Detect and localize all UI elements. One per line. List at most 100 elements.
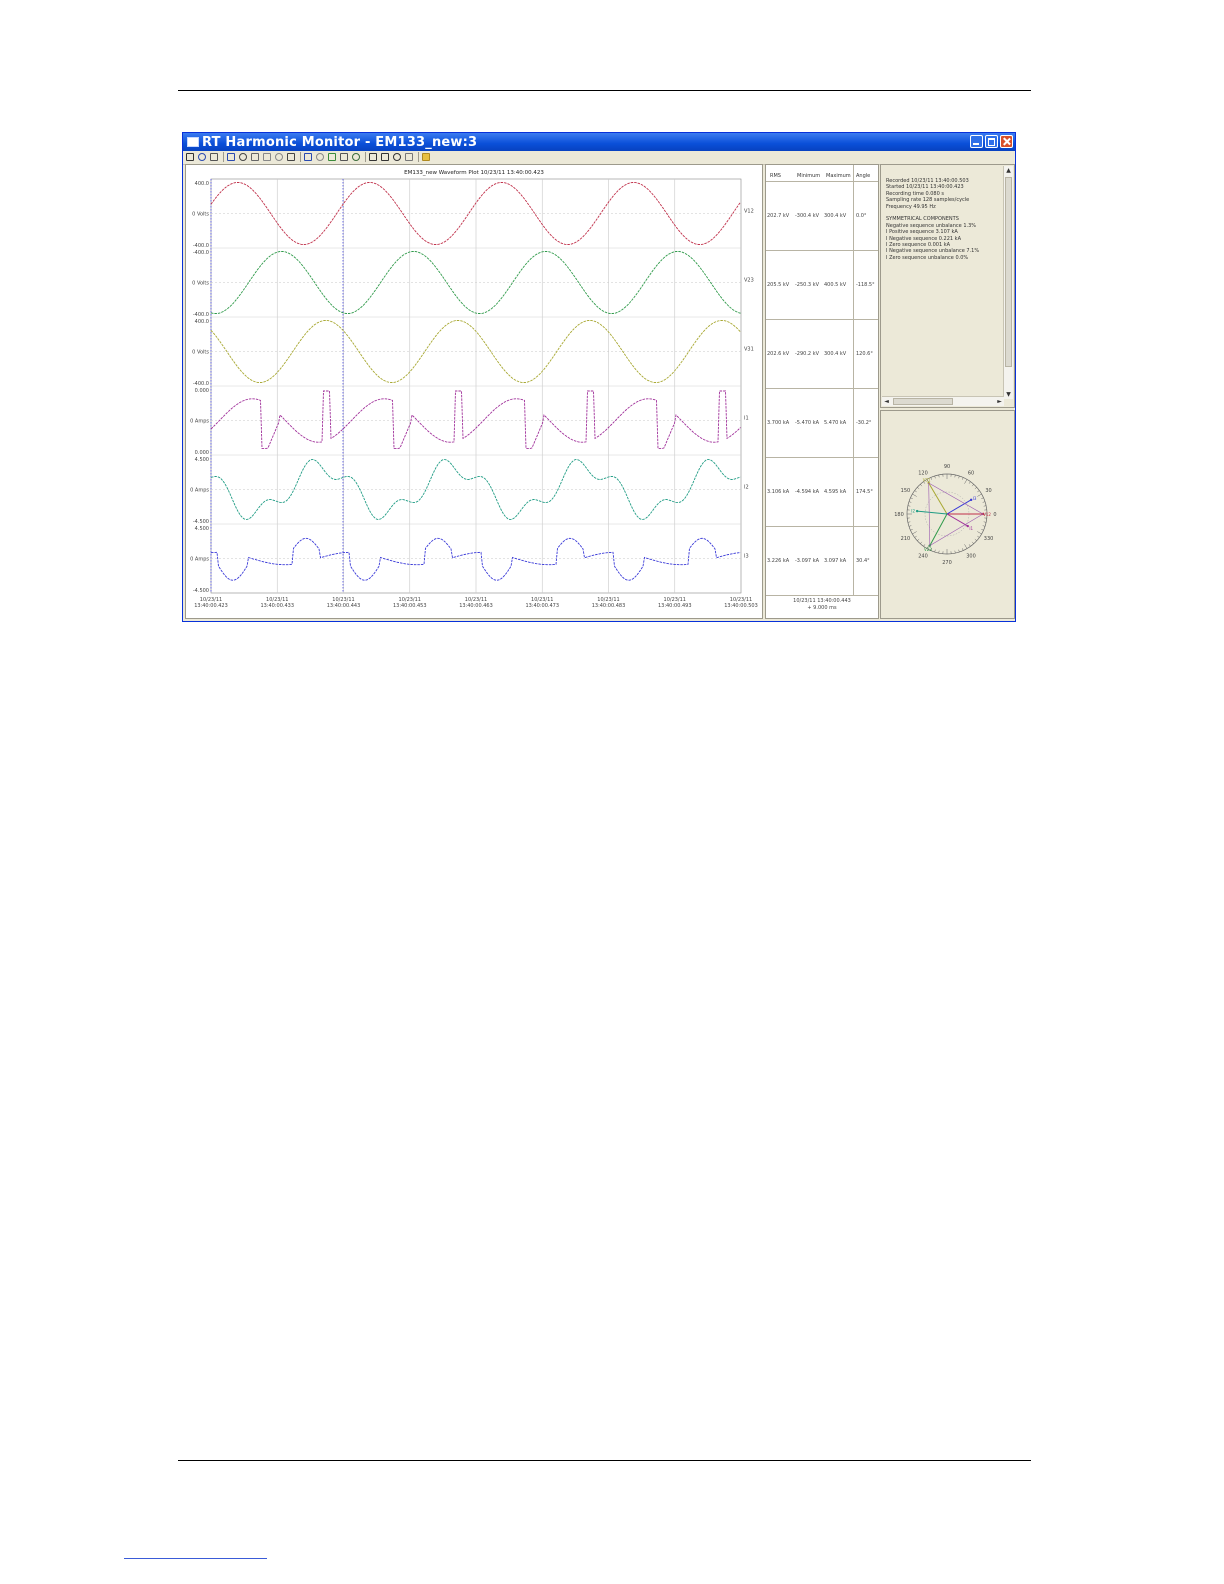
cursor-time-readout: + 9.000 ms	[807, 605, 837, 611]
expand-horizontal-icon[interactable]	[352, 153, 360, 161]
marker-icon[interactable]	[239, 153, 247, 161]
phasor-triangle-edge	[928, 483, 931, 546]
zoom-in-icon[interactable]	[304, 153, 312, 161]
print-icon[interactable]	[263, 153, 271, 161]
phasor-tick	[917, 487, 920, 490]
axis-min-label: -400.0	[193, 312, 209, 318]
settings-icon[interactable]	[405, 153, 413, 161]
phasor-tick	[971, 484, 974, 487]
channel-label: I3	[744, 554, 749, 560]
phasor-angle-label: 150	[901, 488, 911, 494]
axis-unit-label: 0 Amps	[190, 488, 209, 494]
phasor-tick	[958, 549, 960, 553]
table-header-minimum: Minimum	[797, 173, 821, 179]
cursor-icon[interactable]	[227, 153, 235, 161]
phasor-tick	[938, 550, 940, 554]
zoom-out-icon[interactable]	[316, 153, 324, 161]
x-tick-time: 13:40:00.473	[525, 603, 559, 609]
info-horizontal-scrollbar[interactable]: ◄ ►	[882, 396, 1004, 406]
table-cell: 300.4 kV	[824, 351, 847, 357]
axis-min-label: 0.000	[195, 450, 209, 456]
x-tick-time: 13:40:00.423	[194, 603, 228, 609]
phasor-triangle-edge	[929, 513, 984, 546]
first-icon[interactable]	[369, 153, 377, 161]
phasor-tick	[977, 531, 982, 535]
axis-unit-label: 0 Amps	[190, 557, 209, 563]
x-tick-time: 13:40:00.463	[459, 603, 493, 609]
axis-max-label: 4.500	[195, 457, 209, 463]
x-tick-time: 13:40:00.483	[592, 603, 626, 609]
phasor-angle-label: 120	[918, 470, 928, 476]
next-icon[interactable]	[393, 153, 401, 161]
phasor-vector-label: V23	[924, 547, 932, 552]
info-vertical-scrollbar[interactable]: ▲ ▼	[1003, 166, 1013, 399]
title-bar[interactable]: RT Harmonic Monitor - EM133_new:3	[183, 133, 1015, 151]
chart-icon[interactable]	[198, 153, 206, 161]
prev-icon[interactable]	[381, 153, 389, 161]
table-cell: 174.5°	[856, 489, 873, 495]
phasor-tick	[964, 544, 968, 549]
waveform-plot[interactable]: EM133_new Waveform Plot 10/23/11 13:40:0…	[185, 164, 763, 619]
shrink-vertical-icon[interactable]	[340, 153, 348, 161]
phasor-tick	[958, 475, 960, 479]
phasor-tick	[914, 535, 917, 538]
table-row: 3.700 kA -5.470 kA 5.470 kA -30.2°	[766, 388, 878, 457]
help-icon[interactable]	[422, 153, 430, 161]
axis-min-label: -400.0	[193, 243, 209, 249]
phasor-tick	[964, 479, 968, 484]
phasor-vector-label: I3	[973, 496, 977, 501]
channel-label: I2	[744, 485, 749, 491]
axis-unit-label: 0 Volts	[192, 350, 209, 356]
table-cell: 30.4°	[856, 558, 870, 564]
phasor-tick	[910, 497, 913, 499]
phasor-angle-label: 60	[968, 470, 974, 476]
table-header-angle: Angle	[856, 173, 871, 179]
phasor-tick	[914, 490, 917, 493]
phasor-tick	[977, 535, 980, 538]
export-icon[interactable]	[287, 153, 295, 161]
scroll-thumb[interactable]	[1005, 177, 1012, 367]
scroll-up-icon[interactable]: ▲	[1004, 166, 1013, 175]
x-tick-time: 13:40:00.503	[724, 603, 758, 609]
list-icon[interactable]	[251, 153, 259, 161]
table-row: 205.5 kV -250.3 kV 400.5 kV -118.5°	[766, 250, 878, 319]
x-tick-time: 13:40:00.453	[393, 603, 427, 609]
table-cell: 0.0°	[856, 213, 867, 219]
minimize-button[interactable]	[970, 135, 983, 148]
table-cell: 5.470 kA	[824, 420, 847, 426]
phasor-diagram: 0 30 60 90 120 150 180 210 240 270 300 330 V12 V23 V31…	[880, 410, 1015, 619]
hscroll-thumb[interactable]	[893, 398, 953, 405]
window-title: RT Harmonic Monitor - EM133_new:3	[202, 135, 478, 150]
phasor-angle-label: 330	[984, 536, 994, 542]
measurements-table: RMS Minimum Maximum Angle 202.7 kV -300.4 kV 3…	[765, 164, 879, 619]
row-divider	[766, 388, 878, 389]
axis-max-label: 4.500	[195, 526, 209, 532]
phasor-tick	[917, 538, 920, 541]
scroll-right-icon[interactable]: ►	[995, 397, 1004, 406]
x-tick-time: 13:40:00.433	[260, 603, 294, 609]
maximize-button[interactable]	[985, 135, 998, 148]
table-row: 3.106 kA -4.594 kA 4.595 kA 174.5°	[766, 457, 878, 526]
row-divider	[766, 526, 878, 527]
phasor-tick	[983, 521, 987, 523]
close-button[interactable]	[1000, 135, 1013, 148]
axes-icon[interactable]	[210, 153, 218, 161]
record-info-text: Recorded 10/23/11 13:40:00.503 Started 10…	[886, 178, 1004, 261]
scroll-left-icon[interactable]: ◄	[882, 397, 891, 406]
phasor-angle-label: 240	[918, 554, 928, 560]
table-cell: 4.595 kA	[824, 489, 847, 495]
table-icon[interactable]	[186, 153, 194, 161]
phasor-tick	[981, 529, 984, 531]
row-divider	[766, 319, 878, 320]
channel-label: V23	[744, 278, 754, 284]
axis-min-label: -4.500	[193, 588, 209, 594]
table-row: 202.6 kV -290.2 kV 300.4 kV 120.6°	[766, 319, 878, 388]
print-preview-icon[interactable]	[275, 153, 283, 161]
table-cell: 400.5 kV	[824, 282, 847, 288]
table-cell: -300.4 kV	[795, 213, 820, 219]
toolbar-separator	[365, 152, 366, 162]
app-window: RT Harmonic Monitor - EM133_new:3 EM133_…	[182, 132, 1016, 622]
scroll-down-icon[interactable]: ▼	[1004, 390, 1013, 399]
expand-vertical-icon[interactable]	[328, 153, 336, 161]
phasor-tick	[971, 541, 974, 544]
